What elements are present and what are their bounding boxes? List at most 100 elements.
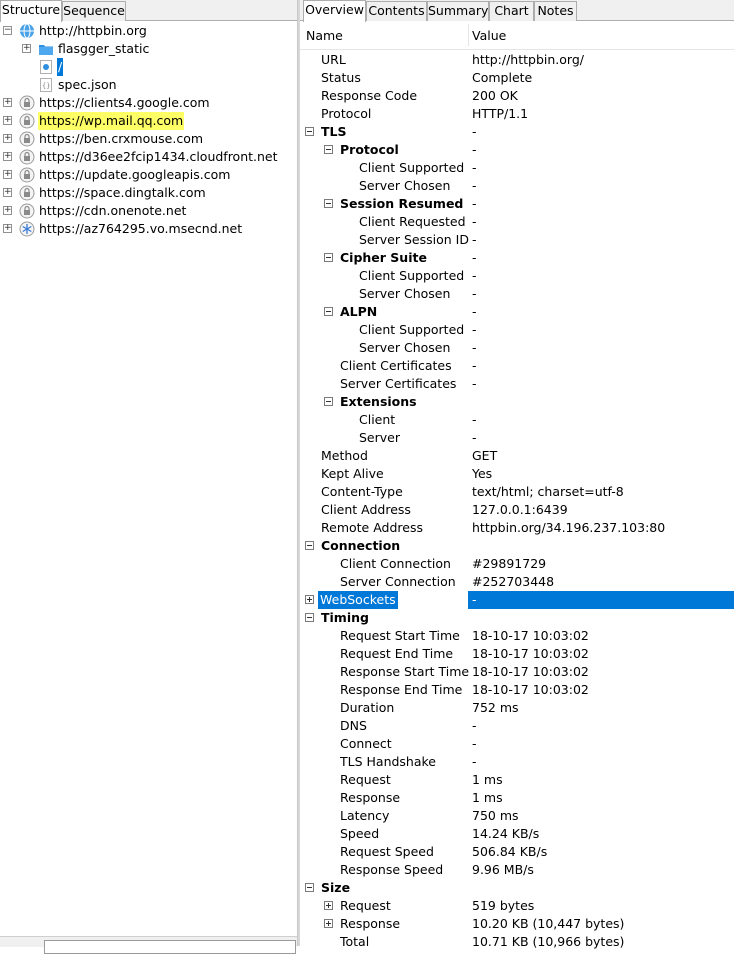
property-row[interactable]: Server Connection #252703448 (300, 573, 734, 591)
tree-node-file[interactable]: {} spec.json (0, 76, 297, 94)
property-row[interactable]: DNS - (300, 717, 734, 735)
tree-node-host[interactable]: + https://d36ee2fcip1434.cloudfront.net (0, 148, 297, 166)
collapse-icon[interactable] (324, 253, 333, 262)
property-row[interactable]: Duration 752 ms (300, 699, 734, 717)
collapse-icon[interactable] (324, 307, 333, 316)
property-row[interactable]: Server Certificates - (300, 375, 734, 393)
section-row-tls[interactable]: TLS - (300, 123, 734, 141)
section-row-connection[interactable]: Connection (300, 537, 734, 555)
property-row[interactable]: Remote Address httpbin.org/34.196.237.103… (300, 519, 734, 537)
property-row[interactable]: Protocol HTTP/1.1 (300, 105, 734, 123)
expand-icon[interactable]: + (3, 116, 12, 125)
property-row[interactable]: Speed 14.24 KB/s (300, 825, 734, 843)
collapse-icon[interactable] (324, 199, 333, 208)
property-row[interactable]: Server Session ID - (300, 231, 734, 249)
group-row[interactable]: ALPN - (300, 303, 734, 321)
property-value: HTTP/1.1 (472, 106, 529, 121)
property-row[interactable]: Client Supported - (300, 267, 734, 285)
tree-node-host[interactable]: + https://clients4.google.com (0, 94, 297, 112)
property-row[interactable]: Total 10.71 KB (10,966 bytes) (300, 933, 734, 951)
tree-node-host[interactable]: − http://httpbin.org (0, 22, 297, 40)
property-row[interactable]: Server Chosen - (300, 285, 734, 303)
tree-node-host[interactable]: + https://ben.crxmouse.com (0, 130, 297, 148)
property-row[interactable]: Request End Time 18-10-17 10:03:02 (300, 645, 734, 663)
group-row[interactable]: Protocol - (300, 141, 734, 159)
property-row[interactable]: Client Connection #29891729 (300, 555, 734, 573)
property-row[interactable]: Connect - (300, 735, 734, 753)
collapse-icon[interactable] (305, 541, 314, 550)
tab-notes[interactable]: Notes (534, 1, 577, 21)
column-header-value[interactable]: Value (472, 28, 506, 43)
expand-icon[interactable]: + (3, 188, 12, 197)
collapse-icon[interactable] (305, 127, 314, 136)
property-row[interactable]: Request 519 bytes (300, 897, 734, 915)
column-divider[interactable] (468, 24, 469, 46)
tree-node-host[interactable]: + https://space.dingtalk.com (0, 184, 297, 202)
property-row[interactable]: Client Supported - (300, 321, 734, 339)
tree-node-folder[interactable]: + flasgger_static (0, 40, 297, 58)
property-row[interactable]: Content-Type text/html; charset=utf-8 (300, 483, 734, 501)
property-row[interactable]: Client Supported - (300, 159, 734, 177)
property-name: Connect (340, 736, 392, 751)
property-row[interactable]: Client Requested - (300, 213, 734, 231)
property-row[interactable]: Server Chosen - (300, 177, 734, 195)
property-name: Server Chosen (359, 340, 451, 355)
property-row[interactable]: Client - (300, 411, 734, 429)
tab-structure[interactable]: Structure (0, 0, 62, 22)
property-row[interactable]: TLS Handshake - (300, 753, 734, 771)
group-row[interactable]: Session Resumed - (300, 195, 734, 213)
expand-icon[interactable] (324, 919, 333, 928)
property-row[interactable]: Kept Alive Yes (300, 465, 734, 483)
expand-icon[interactable]: + (3, 170, 12, 179)
property-row[interactable]: Server Chosen - (300, 339, 734, 357)
section-row-websockets[interactable]: WebSockets - (300, 591, 734, 609)
column-header-name[interactable]: Name (306, 28, 343, 43)
tree-node-page[interactable]: / (0, 58, 297, 76)
collapse-icon[interactable] (305, 883, 314, 892)
section-row-timing[interactable]: Timing (300, 609, 734, 627)
tree-node-host[interactable]: + https://wp.mail.qq.com (0, 112, 297, 130)
property-row[interactable]: Response 10.20 KB (10,447 bytes) (300, 915, 734, 933)
property-row[interactable]: Method GET (300, 447, 734, 465)
expand-icon[interactable] (324, 901, 333, 910)
property-name: Duration (340, 700, 395, 715)
expand-icon[interactable]: + (3, 98, 12, 107)
expand-icon[interactable] (305, 595, 314, 604)
section-row-size[interactable]: Size (300, 879, 734, 897)
filter-input[interactable] (44, 940, 296, 954)
tab-chart[interactable]: Chart (489, 1, 534, 21)
property-row[interactable]: Request 1 ms (300, 771, 734, 789)
tab-sequence[interactable]: Sequence (62, 1, 126, 21)
property-row[interactable]: Request Start Time 18-10-17 10:03:02 (300, 627, 734, 645)
property-row[interactable]: Response Start Time 18-10-17 10:03:02 (300, 663, 734, 681)
tab-contents[interactable]: Contents (366, 1, 427, 21)
property-row[interactable]: URL http://httpbin.org/ (300, 51, 734, 69)
tab-overview[interactable]: Overview (303, 0, 366, 22)
tree-node-host[interactable]: + https://az764295.vo.msecnd.net (0, 220, 297, 238)
group-row[interactable]: Extensions (300, 393, 734, 411)
property-row[interactable]: Response 1 ms (300, 789, 734, 807)
expand-icon[interactable]: + (22, 44, 31, 53)
tab-summary[interactable]: Summary (427, 1, 489, 21)
expand-icon[interactable]: + (3, 206, 12, 215)
property-row[interactable]: Response Speed 9.96 MB/s (300, 861, 734, 879)
group-row[interactable]: Cipher Suite - (300, 249, 734, 267)
property-row[interactable]: Response End Time 18-10-17 10:03:02 (300, 681, 734, 699)
tree-node-host[interactable]: + https://update.googleapis.com (0, 166, 297, 184)
tree-node-host[interactable]: + https://cdn.onenote.net (0, 202, 297, 220)
collapse-icon[interactable] (324, 145, 333, 154)
expand-icon[interactable]: + (3, 224, 12, 233)
expand-icon[interactable]: + (3, 134, 12, 143)
property-row[interactable]: Latency 750 ms (300, 807, 734, 825)
collapse-icon[interactable] (324, 397, 333, 406)
property-row[interactable]: Response Code 200 OK (300, 87, 734, 105)
property-row[interactable]: Status Complete (300, 69, 734, 87)
property-row[interactable]: Request Speed 506.84 KB/s (300, 843, 734, 861)
tree-node-label: https://d36ee2fcip1434.cloudfront.net (39, 149, 278, 164)
property-row[interactable]: Client Address 127.0.0.1:6439 (300, 501, 734, 519)
property-row[interactable]: Server - (300, 429, 734, 447)
expand-icon[interactable]: + (3, 152, 12, 161)
collapse-icon[interactable]: − (3, 26, 12, 35)
property-row[interactable]: Client Certificates - (300, 357, 734, 375)
collapse-icon[interactable] (305, 613, 314, 622)
